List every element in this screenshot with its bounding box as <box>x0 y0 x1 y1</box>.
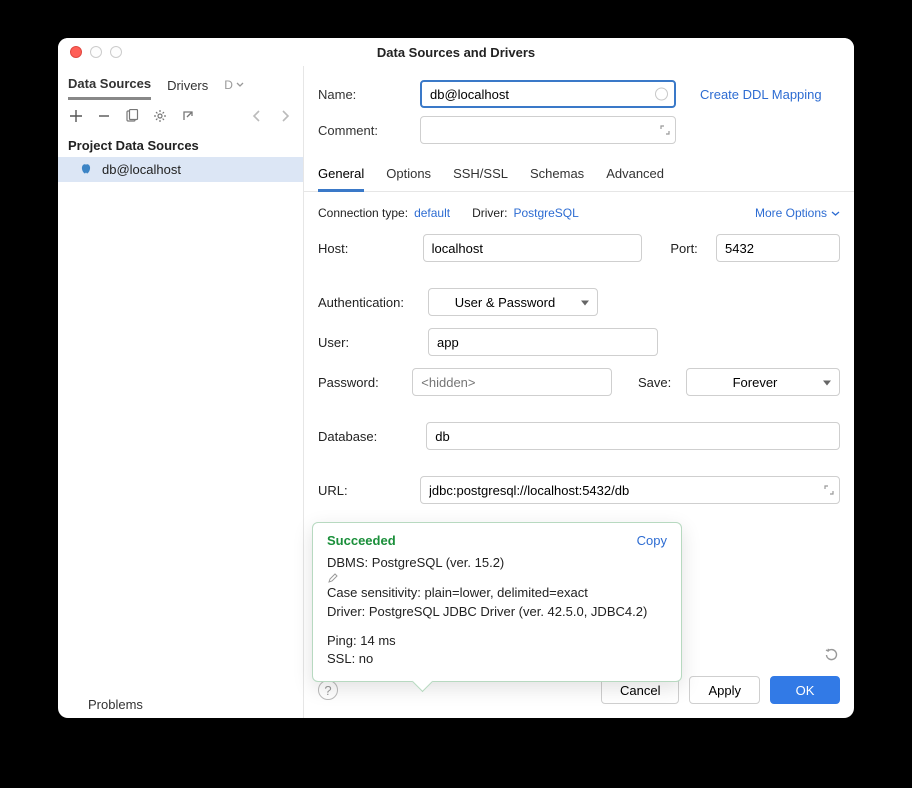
titlebar: Data Sources and Drivers <box>58 38 854 66</box>
port-field[interactable] <box>716 234 840 262</box>
data-source-item[interactable]: db@localhost <box>58 157 303 182</box>
user-label: User: <box>318 335 428 350</box>
add-icon[interactable] <box>68 108 84 124</box>
driver-link[interactable]: PostgreSQL <box>513 206 578 220</box>
back-icon[interactable] <box>249 108 265 124</box>
sidebar-tab-data-sources[interactable]: Data Sources <box>68 76 151 100</box>
data-source-item-label: db@localhost <box>102 162 181 177</box>
url-field[interactable] <box>420 476 840 504</box>
comment-field[interactable] <box>420 116 676 144</box>
port-label: Port: <box>670 241 716 256</box>
user-field[interactable] <box>428 328 658 356</box>
chevron-down-icon <box>236 81 244 89</box>
copy-link[interactable]: Copy <box>637 533 667 548</box>
authentication-label: Authentication: <box>318 295 428 310</box>
help-icon[interactable]: ? <box>318 680 338 700</box>
more-options-label: More Options <box>755 206 827 220</box>
url-label: URL: <box>318 483 420 498</box>
problems-tab[interactable]: Problems <box>58 683 303 718</box>
tab-options[interactable]: Options <box>386 166 431 191</box>
forward-icon[interactable] <box>277 108 293 124</box>
settings-icon[interactable] <box>152 108 168 124</box>
popup-dbms-line: DBMS: PostgreSQL (ver. 15.2) <box>327 555 504 570</box>
create-ddl-mapping-link[interactable]: Create DDL Mapping <box>700 87 822 102</box>
popup-ssl-line: SSL: no <box>327 650 667 669</box>
sidebar-tabs: Data Sources Drivers D <box>58 70 303 100</box>
popup-status-title: Succeeded <box>327 533 396 548</box>
sidebar-tab-ddl-label: D <box>224 78 233 92</box>
sidebar-section-header: Project Data Sources <box>58 132 303 157</box>
more-options-dropdown[interactable]: More Options <box>755 206 840 220</box>
database-label: Database: <box>318 429 426 444</box>
expand-icon[interactable] <box>660 125 670 135</box>
popup-driver-line: Driver: PostgreSQL JDBC Driver (ver. 42.… <box>327 603 667 622</box>
popup-ping-line: Ping: 14 ms <box>327 632 667 651</box>
driver-label: Driver: <box>472 206 507 220</box>
connection-result-popup: Succeeded Copy DBMS: PostgreSQL (ver. 15… <box>312 522 682 682</box>
tab-general[interactable]: General <box>318 166 364 192</box>
password-field[interactable] <box>412 368 612 396</box>
tab-advanced[interactable]: Advanced <box>606 166 664 191</box>
window-title: Data Sources and Drivers <box>58 45 854 60</box>
remove-icon[interactable] <box>96 108 112 124</box>
sidebar: Data Sources Drivers D <box>58 66 304 718</box>
name-label: Name: <box>318 87 410 102</box>
name-field[interactable] <box>420 80 676 108</box>
password-label: Password: <box>318 375 412 390</box>
comment-label: Comment: <box>318 123 410 138</box>
sidebar-toolbar <box>58 100 303 132</box>
host-label: Host: <box>318 241 423 256</box>
export-icon[interactable] <box>180 108 196 124</box>
sidebar-tab-drivers[interactable]: Drivers <box>167 78 208 99</box>
apply-button[interactable]: Apply <box>689 676 760 704</box>
database-field[interactable] <box>426 422 840 450</box>
connection-type-label: Connection type: <box>318 206 408 220</box>
save-select[interactable]: Forever <box>686 368 840 396</box>
postgresql-icon <box>80 163 94 177</box>
edit-icon[interactable] <box>327 573 667 584</box>
sidebar-tab-ddl[interactable]: D <box>224 78 244 98</box>
revert-icon[interactable] <box>824 646 840 662</box>
connection-type-value[interactable]: default <box>414 206 450 220</box>
tab-sshssl[interactable]: SSH/SSL <box>453 166 508 191</box>
authentication-select[interactable]: User & Password <box>428 288 598 316</box>
loading-spinner-icon <box>655 88 668 101</box>
chevron-down-icon <box>831 209 840 218</box>
tab-schemas[interactable]: Schemas <box>530 166 584 191</box>
host-field[interactable] <box>423 234 643 262</box>
popup-case-line: Case sensitivity: plain=lower, delimited… <box>327 584 667 603</box>
copy-icon[interactable] <box>124 108 140 124</box>
save-label: Save: <box>638 375 686 390</box>
connection-meta-row: Connection type: default Driver: Postgre… <box>304 192 854 228</box>
expand-icon[interactable] <box>824 485 834 495</box>
dialog-window: Data Sources and Drivers Data Sources Dr… <box>58 38 854 718</box>
ok-button[interactable]: OK <box>770 676 840 704</box>
config-tabs: General Options SSH/SSL Schemas Advanced <box>304 156 854 192</box>
